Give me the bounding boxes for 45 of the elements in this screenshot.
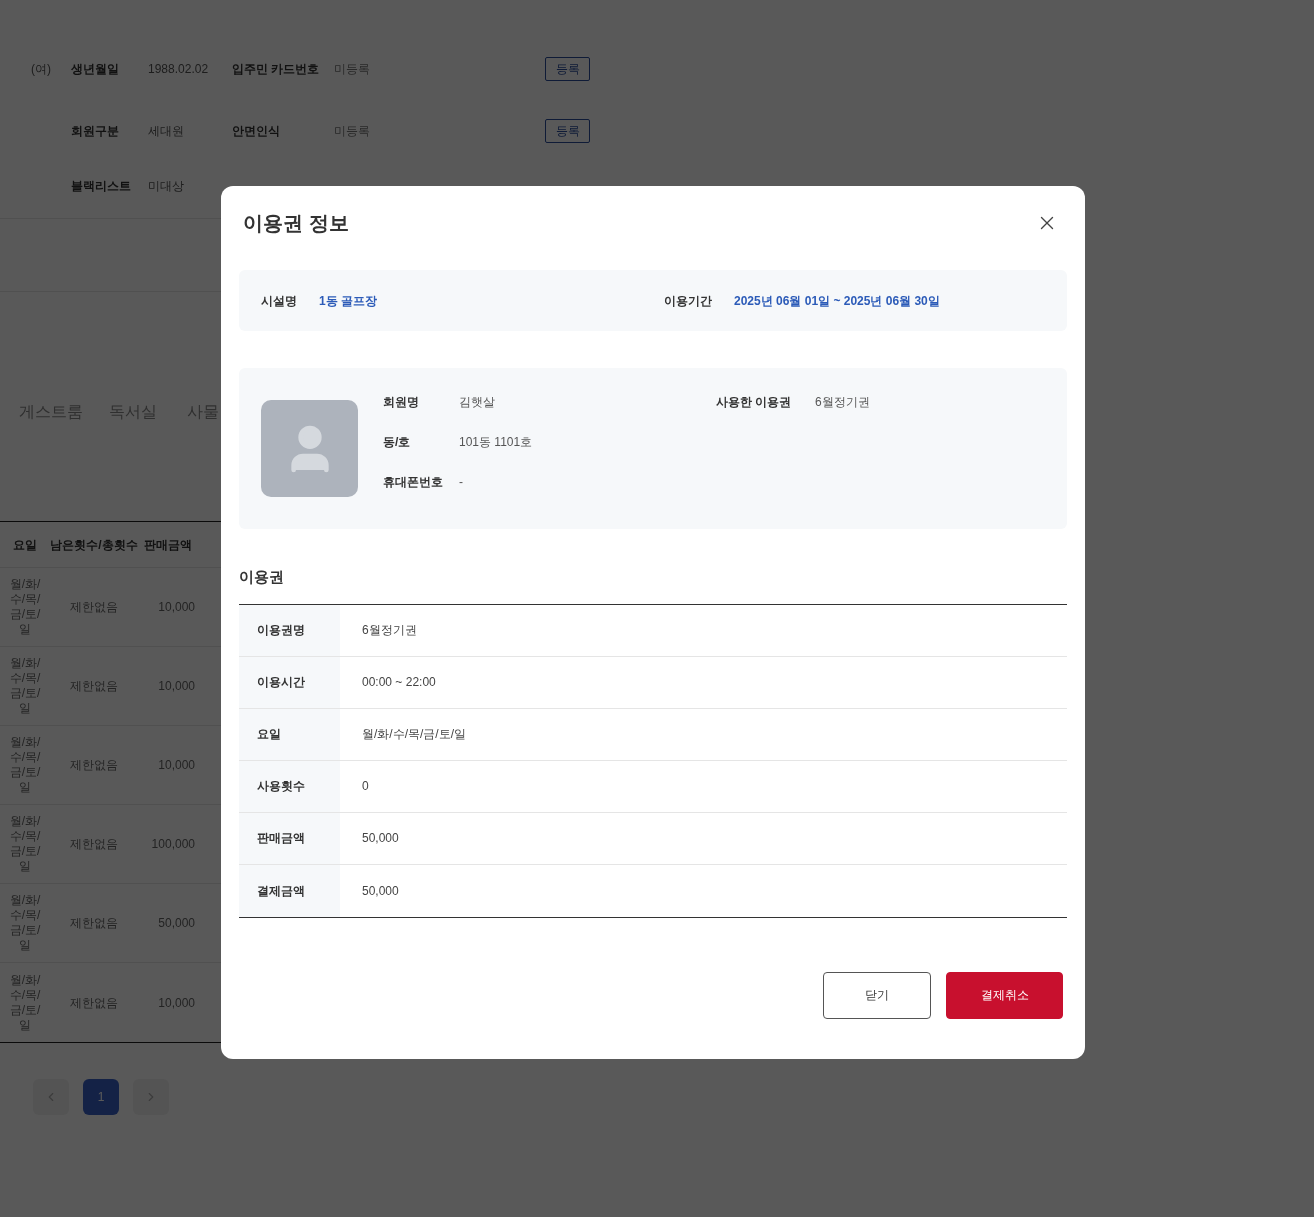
row-value: 월/화/수/목/금/토/일 [361, 726, 466, 743]
field-label: 회원구분 [71, 123, 119, 138]
row-label: 이용권명 [239, 604, 340, 656]
gender-text: (여) [31, 61, 51, 76]
row-label: 사용횟수 [239, 760, 340, 812]
row-label: 요일 [239, 708, 340, 760]
field-label: 입주민 카드번호 [232, 61, 320, 76]
cancel-payment-button[interactable]: 결제취소 [946, 971, 1063, 1019]
field-label: 시설명 [261, 292, 297, 310]
field-value: - [459, 474, 463, 491]
field-label: 이용기간 [664, 292, 712, 310]
page-button[interactable]: 1 [83, 1079, 119, 1115]
previous-page-button[interactable] [33, 1079, 69, 1115]
register-button[interactable]: 등록 [545, 56, 590, 81]
row-value: 0 [361, 778, 369, 795]
field-value: 6월정기권 [815, 394, 870, 411]
next-page-button[interactable] [133, 1079, 169, 1115]
column-header: 남은횟수/총횟수 [50, 536, 138, 554]
close-dialog-button[interactable]: 닫기 [823, 971, 931, 1019]
row-value: 6월정기권 [361, 622, 417, 639]
field-label: 동/호 [383, 434, 412, 451]
dialog-title: 이용권 정보 [243, 211, 349, 236]
section-title: 이용권 [239, 567, 285, 587]
column-header: 요일 [12, 536, 38, 554]
field-label: 사용한 이용권 [716, 394, 793, 411]
field-label: 휴대폰번호 [383, 474, 444, 491]
row-value: 50,000 [361, 882, 399, 900]
row-label: 결제금액 [239, 864, 340, 917]
facility-name: 1동 골프장 [319, 292, 377, 310]
field-label: 생년월일 [71, 61, 119, 76]
field-label: 안면인식 [232, 123, 280, 138]
row-value: 50,000 [361, 830, 399, 847]
row-label: 판매금액 [239, 812, 340, 864]
field-value: 101동 1101호 [459, 434, 533, 451]
row-label: 이용시간 [239, 656, 340, 708]
register-button[interactable]: 등록 [545, 118, 590, 143]
field-value: 김햇살 [459, 394, 495, 411]
field-value: 1988.02.02 [148, 61, 209, 76]
field-label: 회원명 [383, 394, 420, 411]
usage-period: 2025년 06월 01일 ~ 2025년 06월 30일 [734, 292, 940, 310]
field-value: 세대원 [148, 123, 184, 138]
row-value: 00:00 ~ 22:00 [361, 674, 436, 691]
column-header: 판매금액 [143, 536, 193, 554]
field-label: 블랙리스트 [71, 178, 131, 193]
field-value: 미대상 [148, 178, 184, 193]
